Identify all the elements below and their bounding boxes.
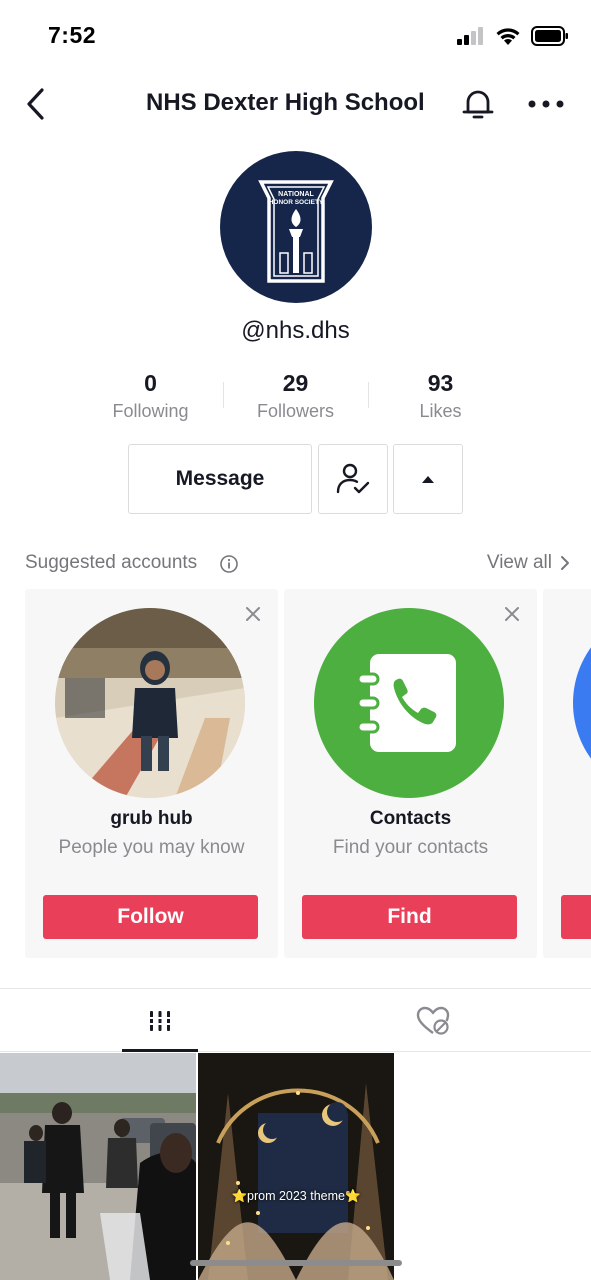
more-options-button[interactable] xyxy=(527,94,565,114)
grid-lines-icon xyxy=(147,1010,172,1031)
suggested-accounts-title: Suggested accounts xyxy=(25,552,198,573)
person-photo-image xyxy=(55,608,245,798)
suggested-account-photo[interactable] xyxy=(573,608,591,798)
tab-videos[interactable] xyxy=(12,989,307,1052)
avatar-text-1: NATIONAL xyxy=(278,191,314,198)
user-check-icon xyxy=(336,463,370,494)
stat-likes-value: 93 xyxy=(427,370,454,396)
contacts-avatar[interactable] xyxy=(314,608,504,798)
more-horizontal-icon xyxy=(528,100,564,108)
triangle-up-icon xyxy=(422,476,434,483)
suggested-account-subtitle: People you may know xyxy=(58,837,245,858)
cellular-signal-icon xyxy=(457,27,483,45)
info-icon[interactable] xyxy=(219,554,239,574)
suggested-card[interactable]: grub hub People you may know Follow xyxy=(25,589,278,958)
nav-bar: NHS Dexter High School xyxy=(0,72,591,138)
message-button[interactable]: Message xyxy=(128,444,312,514)
stat-followers[interactable]: 29 Followers xyxy=(223,368,368,422)
wifi-icon xyxy=(496,28,520,45)
profile-avatar[interactable]: NATIONAL HONOR SOCIETY xyxy=(220,151,372,303)
suggested-accounts-header: Suggested accounts View all xyxy=(25,552,570,578)
close-icon[interactable] xyxy=(244,605,262,623)
active-tab-indicator xyxy=(122,1049,198,1052)
profile-stats: 0 Following 29 Followers 93 Likes xyxy=(78,368,513,428)
chevron-left-icon xyxy=(27,88,44,120)
stat-likes-label: Likes xyxy=(419,401,462,421)
parking-lot-photo-image xyxy=(0,1053,196,1280)
chevron-right-icon xyxy=(561,556,569,570)
stat-followers-label: Followers xyxy=(256,401,335,421)
suggested-account-subtitle: Find your contacts xyxy=(332,837,489,858)
suggested-account-name: Contacts xyxy=(369,808,452,829)
follow-button[interactable] xyxy=(561,895,591,939)
heart-hidden-icon xyxy=(416,1006,449,1035)
battery-icon xyxy=(531,26,568,46)
tab-liked[interactable] xyxy=(285,989,580,1052)
view-all-label: View all xyxy=(486,552,552,573)
stat-following[interactable]: 0 Following xyxy=(78,368,223,422)
suggested-card[interactable] xyxy=(543,589,591,958)
avatar-text-2: HONOR SOCIETY xyxy=(269,199,324,206)
profile-actions: Message xyxy=(0,444,591,514)
stat-following-value: 0 xyxy=(144,370,157,396)
view-all-link[interactable]: View all xyxy=(487,552,570,574)
suggested-cards: grub hub People you may know Follow Cont… xyxy=(0,589,591,959)
suggested-toggle-button[interactable] xyxy=(393,444,463,514)
video-thumbnail[interactable]: ⭐prom 2023 theme⭐ xyxy=(198,1053,394,1280)
follow-button[interactable]: Follow xyxy=(43,895,258,939)
stat-following-label: Following xyxy=(112,401,189,421)
stat-likes[interactable]: 93 Likes xyxy=(368,368,513,422)
status-icons xyxy=(457,24,569,48)
stat-followers-value: 29 xyxy=(282,370,309,396)
close-icon[interactable] xyxy=(503,605,521,623)
page-title: NHS Dexter High School xyxy=(146,89,425,116)
back-button[interactable] xyxy=(22,86,52,122)
status-bar: 7:52 xyxy=(0,0,591,72)
find-button[interactable]: Find xyxy=(302,895,517,939)
status-time: 7:52 xyxy=(48,22,97,48)
suggested-card[interactable]: Contacts Find your contacts Find xyxy=(284,589,537,958)
video-grid: ⭐prom 2023 theme⭐ xyxy=(0,1053,591,1280)
prom-theme-photo-image xyxy=(198,1053,394,1280)
profile-username: @nhs.dhs xyxy=(241,317,350,344)
suggested-account-name: grub hub xyxy=(110,808,193,829)
contacts-book-icon xyxy=(356,654,456,752)
suggested-account-photo[interactable] xyxy=(55,608,245,798)
profile-tabs xyxy=(0,988,591,1052)
video-thumbnail[interactable] xyxy=(0,1053,196,1280)
nhs-keystone-logo-icon: NATIONAL HONOR SOCIETY xyxy=(258,180,334,283)
video-caption: ⭐prom 2023 theme⭐ xyxy=(231,1189,361,1203)
bell-icon xyxy=(462,90,494,119)
following-status-button[interactable] xyxy=(318,444,388,514)
notification-bell-button[interactable] xyxy=(460,86,496,122)
home-indicator xyxy=(190,1260,402,1266)
